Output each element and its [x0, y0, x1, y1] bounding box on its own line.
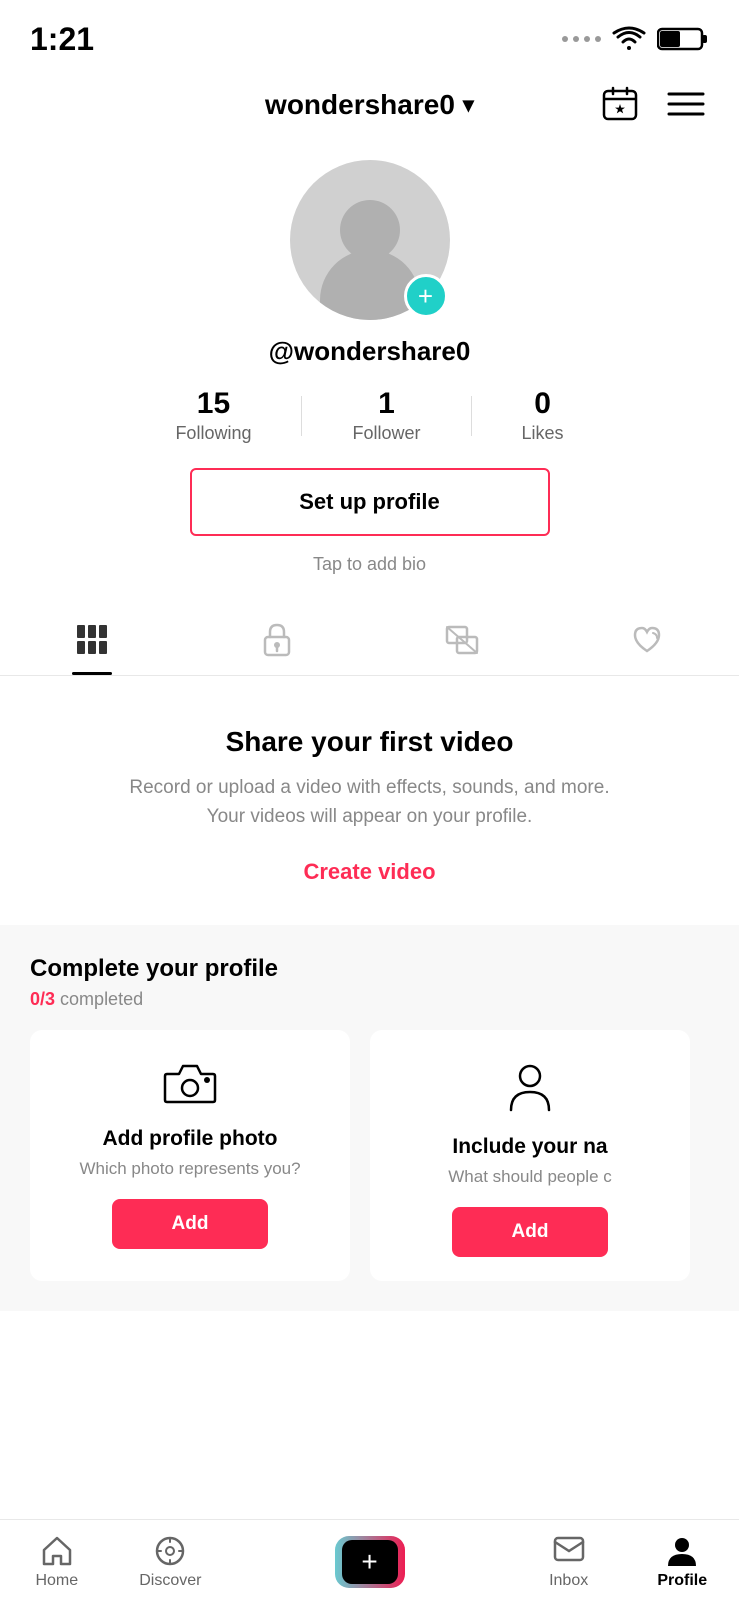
follower-count: 1 [378, 387, 395, 421]
bottom-nav: Home Discover + Inbox Profile [0, 1519, 739, 1600]
tab-repost[interactable] [370, 605, 555, 675]
signal-icon [562, 36, 601, 42]
complete-title: Complete your profile [30, 955, 709, 983]
nav-profile[interactable]: Profile [632, 1534, 732, 1590]
nav-inbox[interactable]: Inbox [519, 1534, 619, 1590]
battery-icon [657, 25, 709, 53]
tab-videos[interactable] [0, 605, 185, 675]
header-title[interactable]: wondershare0 ▾ [265, 89, 474, 121]
username-title: wondershare0 [265, 89, 455, 121]
profile-label: Profile [657, 1572, 707, 1590]
lock-icon [261, 623, 293, 657]
heart-icon [629, 623, 665, 657]
complete-profile-section: Complete your profile 0/3 completed Add … [0, 925, 739, 1311]
tab-liked[interactable] [554, 605, 739, 675]
create-button[interactable]: + [335, 1536, 405, 1588]
add-name-card-title: Include your na [452, 1135, 607, 1159]
repost-icon [444, 623, 480, 657]
discover-icon [153, 1534, 187, 1568]
progress-label: completed [60, 989, 143, 1009]
grid-icon [75, 623, 109, 657]
tabs-row [0, 605, 739, 676]
stats-row: 15 Following 1 Follower 0 Likes [30, 387, 709, 444]
home-label: Home [35, 1572, 78, 1590]
status-time: 1:21 [30, 21, 94, 58]
inbox-label: Inbox [549, 1572, 588, 1590]
avatar-body [320, 250, 420, 320]
status-icons [562, 25, 709, 53]
status-bar: 1:21 [0, 0, 739, 70]
add-name-card-desc: What should people c [448, 1167, 612, 1187]
calendar-star-icon [601, 85, 639, 123]
inbox-icon [552, 1534, 586, 1568]
header: wondershare0 ▾ [0, 70, 739, 140]
likes-stat[interactable]: 0 Likes [472, 387, 614, 444]
create-plus-icon: + [342, 1540, 398, 1584]
nav-home[interactable]: Home [7, 1534, 107, 1590]
profile-cards-row: Add profile photo Which photo represents… [30, 1030, 709, 1281]
following-count: 15 [197, 387, 230, 421]
create-video-button[interactable]: Create video [303, 859, 435, 885]
likes-label: Likes [522, 423, 564, 444]
add-photo-card: Add profile photo Which photo represents… [30, 1030, 350, 1281]
profile-handle: @wondershare0 [269, 336, 471, 367]
share-title: Share your first video [226, 726, 514, 758]
setup-profile-button[interactable]: Set up profile [190, 468, 550, 536]
header-right-icons [597, 81, 709, 130]
person-icon [507, 1060, 553, 1119]
discover-label: Discover [139, 1572, 201, 1590]
likes-count: 0 [534, 387, 551, 421]
profile-section: + @wondershare0 15 Following 1 Follower … [0, 140, 739, 605]
follower-stat[interactable]: 1 Follower [302, 387, 470, 444]
following-stat[interactable]: 15 Following [125, 387, 301, 444]
follower-label: Follower [352, 423, 420, 444]
home-icon [40, 1534, 74, 1568]
add-photo-button[interactable]: Add [112, 1199, 269, 1249]
add-name-button[interactable]: Add [452, 1207, 609, 1257]
wifi-icon [611, 26, 647, 52]
share-section: Share your first video Record or upload … [0, 676, 739, 925]
menu-button[interactable] [663, 86, 709, 125]
tab-locked[interactable] [185, 605, 370, 675]
following-label: Following [175, 423, 251, 444]
add-avatar-button[interactable]: + [404, 274, 448, 318]
add-photo-card-desc: Which photo represents you? [79, 1159, 300, 1179]
calendar-icon-button[interactable] [597, 81, 643, 130]
hamburger-icon [667, 90, 705, 118]
share-description: Record or upload a video with effects, s… [120, 774, 620, 831]
profile-nav-icon [665, 1534, 699, 1568]
chevron-down-icon: ▾ [463, 92, 474, 118]
progress-count: 0/3 [30, 989, 55, 1009]
nav-create[interactable]: + [234, 1536, 505, 1588]
camera-icon [163, 1060, 217, 1111]
bio-hint[interactable]: Tap to add bio [313, 554, 426, 575]
nav-discover[interactable]: Discover [120, 1534, 220, 1590]
avatar-container[interactable]: + [290, 160, 450, 320]
add-name-card: Include your na What should people c Add [370, 1030, 690, 1281]
add-photo-card-title: Add profile photo [103, 1127, 278, 1151]
complete-progress: 0/3 completed [30, 989, 709, 1010]
